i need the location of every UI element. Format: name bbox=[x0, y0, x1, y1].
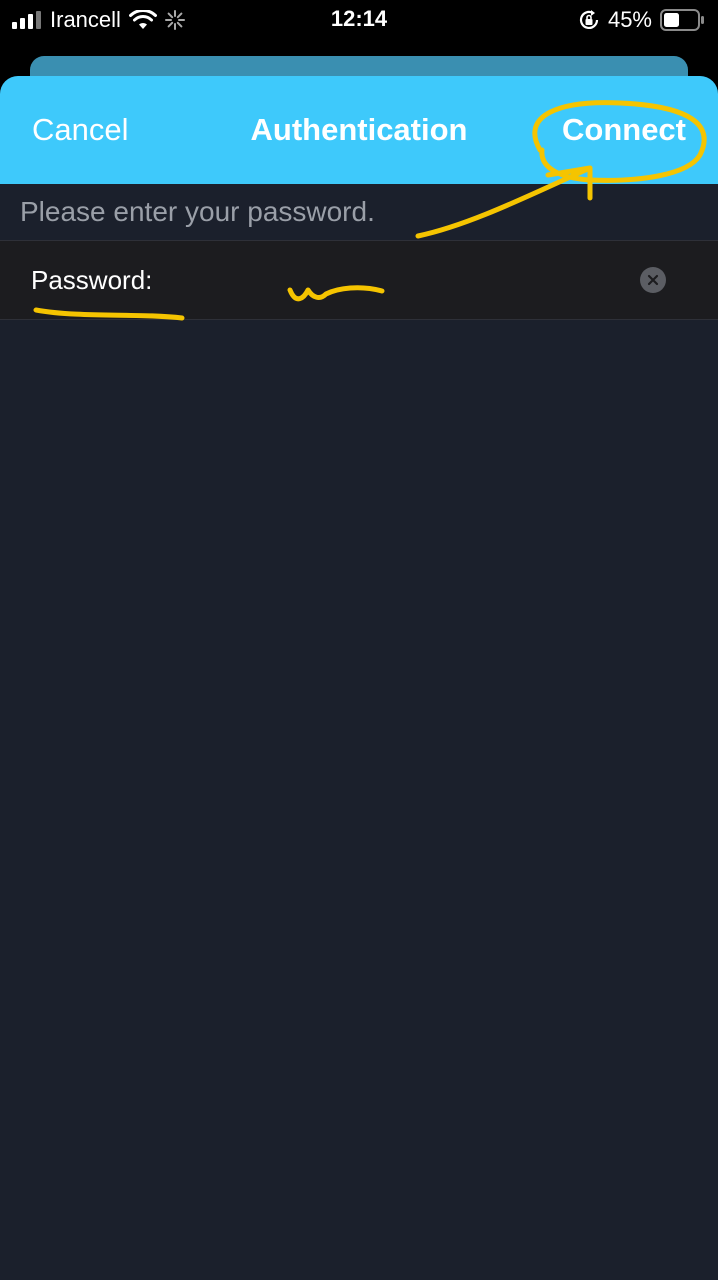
navigation-bar: Cancel Authentication Connect bbox=[0, 76, 718, 184]
password-label: Password: bbox=[31, 265, 153, 295]
status-right: 45% bbox=[578, 6, 706, 34]
battery-icon bbox=[660, 9, 704, 31]
clear-icon bbox=[647, 274, 659, 286]
battery-percent: 45% bbox=[607, 7, 652, 32]
password-row: Password: bbox=[0, 240, 718, 320]
clear-button[interactable] bbox=[640, 267, 666, 293]
password-input[interactable] bbox=[200, 255, 624, 305]
connect-button[interactable]: Connect bbox=[562, 112, 686, 148]
rotation-lock-icon bbox=[579, 10, 599, 29]
password-prompt: Please enter your password. bbox=[20, 196, 375, 227]
authentication-sheet: Cancel Authentication Connect Please ent… bbox=[0, 76, 718, 1280]
status-bar: Irancell 12:14 45% bbox=[0, 0, 718, 44]
